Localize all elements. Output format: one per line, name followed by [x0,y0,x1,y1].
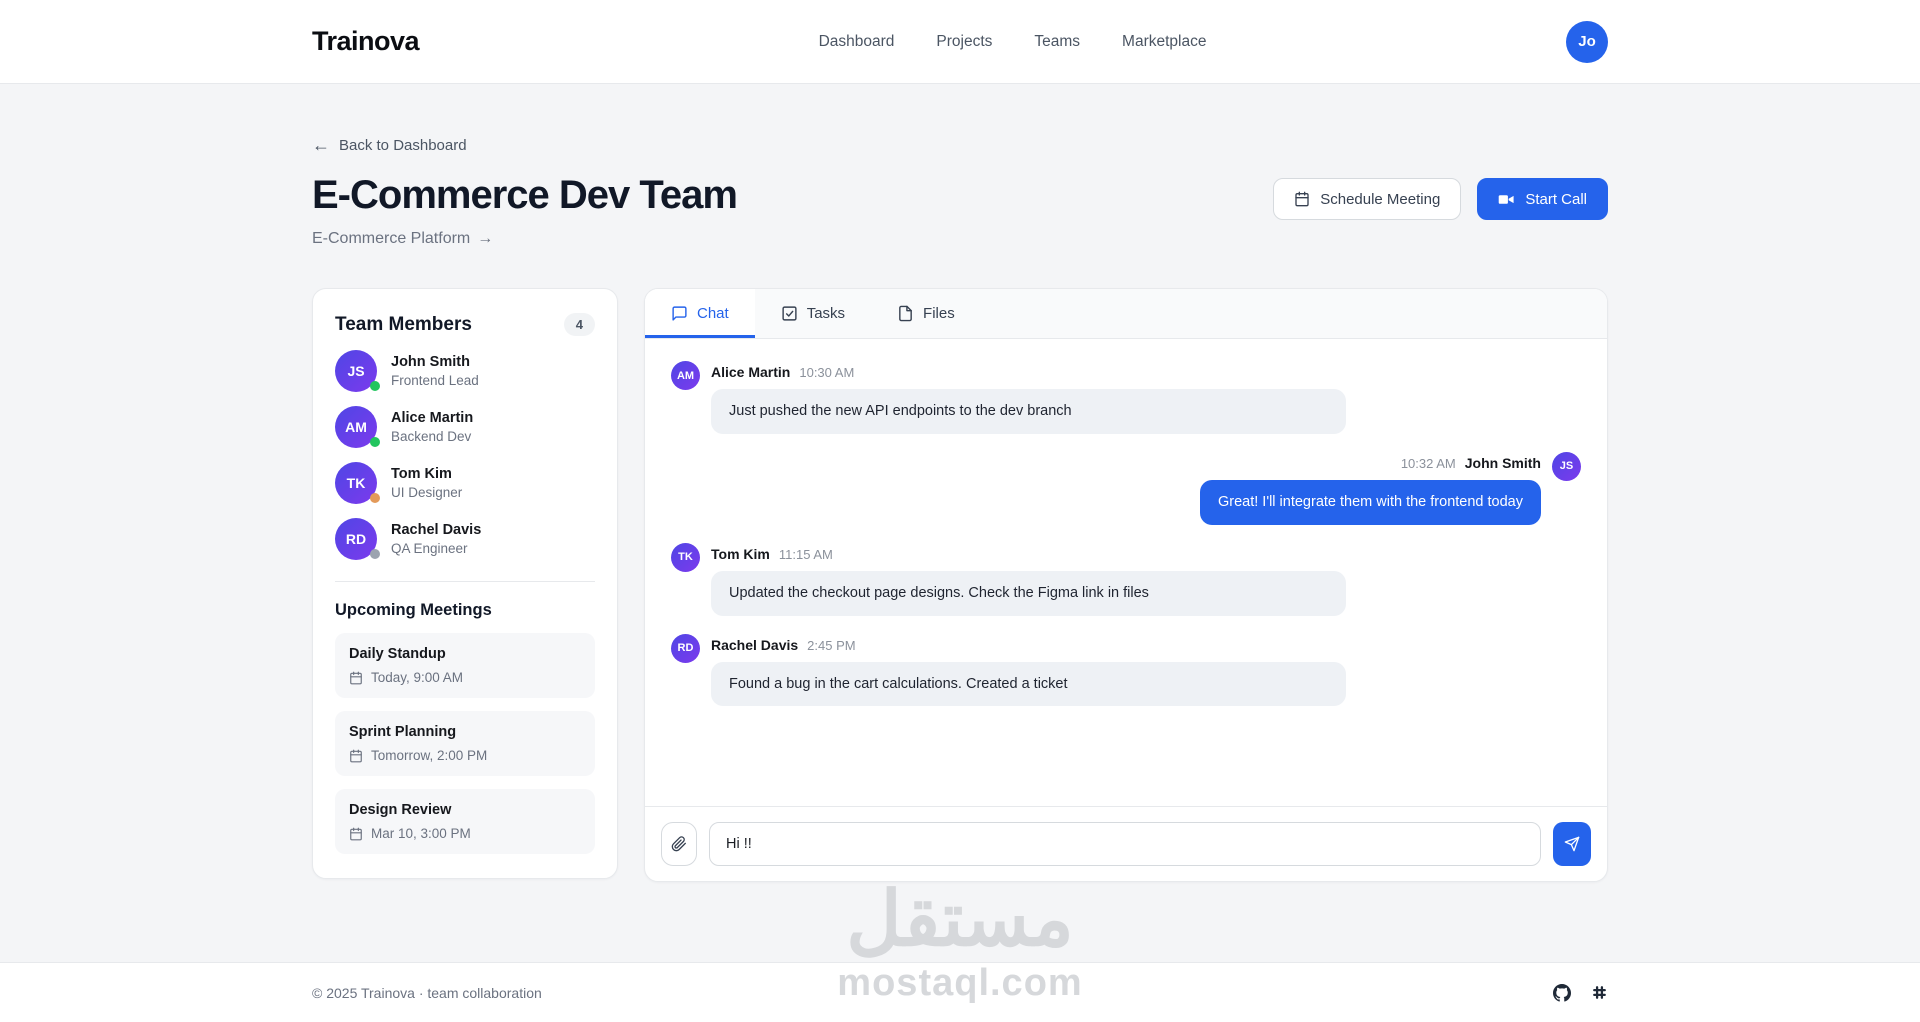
message-input[interactable] [709,822,1541,866]
member-avatar: TK [335,462,377,504]
status-dot [370,437,380,447]
meeting-time: Tomorrow, 2:00 PM [371,748,487,763]
sidebar-divider [335,581,595,582]
message-author: John Smith [1465,455,1541,471]
member-list: JS John Smith Frontend Lead AM [335,350,595,560]
member-name: Tom Kim [391,466,462,482]
message-bubble: Just pushed the new API endpoints to the… [711,389,1346,434]
meeting-card: Daily Standup Today, 9:00 AM [335,633,595,698]
member-count-badge: 4 [564,313,595,336]
message-author: Alice Martin [711,364,790,380]
message-time: 10:32 AM [1401,456,1456,471]
meeting-list: Daily Standup Today, 9:00 AM Sprint Plan… [335,633,595,854]
meeting-name: Design Review [349,802,581,818]
schedule-meeting-button[interactable]: Schedule Meeting [1273,178,1461,220]
chat-message: TK Tom Kim 11:15 AM Updated the checkout… [671,543,1581,616]
nav-link[interactable]: Projects [936,33,992,51]
calendar-icon [349,749,363,763]
top-navbar: Trainova Dashboard Projects Teams Market… [0,0,1920,84]
chat-message: AM Alice Martin 10:30 AM Just pushed the… [671,361,1581,434]
send-button[interactable] [1553,822,1591,866]
slack-icon[interactable] [1591,984,1608,1001]
main-nav: Dashboard Projects Teams Marketplace [459,33,1566,51]
meeting-name: Daily Standup [349,646,581,662]
message-avatar: AM [671,361,700,390]
message-list: AM Alice Martin 10:30 AM Just pushed the… [645,339,1607,806]
nav-link[interactable]: Marketplace [1122,33,1206,51]
member-row: RD Rachel Davis QA Engineer [335,518,595,560]
message-bubble: Great! I'll integrate them with the fron… [1200,480,1541,525]
project-link[interactable]: E-Commerce Platform → [312,230,493,248]
paperclip-icon [671,836,687,852]
checkbox-icon [781,305,798,322]
message-bubble: Found a bug in the cart calculations. Cr… [711,662,1346,707]
meeting-card: Sprint Planning Tomorrow, 2:00 PM [335,711,595,776]
meeting-time: Today, 9:00 AM [371,670,463,685]
meeting-name: Sprint Planning [349,724,581,740]
tab-tasks[interactable]: Tasks [755,289,871,338]
back-label: Back to Dashboard [339,137,467,154]
page-title: E-Commerce Dev Team [312,172,737,218]
calendar-icon [349,827,363,841]
message-time: 11:15 AM [779,547,833,562]
message-author: Tom Kim [711,546,770,562]
page-footer: © 2025 Trainova · team collaboration [0,962,1920,1022]
main-content: ← Back to Dashboard E-Commerce Dev Team … [312,84,1608,962]
status-dot [370,493,380,503]
member-name: Alice Martin [391,410,473,426]
copyright-text: © 2025 Trainova · team collaboration [312,985,542,1001]
nav-link[interactable]: Dashboard [819,33,895,51]
team-members-title: Team Members [335,314,472,336]
message-avatar: JS [1552,452,1581,481]
message-author: Rachel Davis [711,637,798,653]
chat-panel: Chat Tasks Files [644,288,1608,882]
brand-logo[interactable]: Trainova [312,26,419,57]
arrow-right-icon: → [477,230,493,248]
member-role: Backend Dev [391,429,473,444]
member-role: UI Designer [391,485,462,500]
message-avatar: TK [671,543,700,572]
member-role: Frontend Lead [391,373,479,388]
attach-button[interactable] [661,822,697,866]
status-dot [370,381,380,391]
member-name: John Smith [391,354,479,370]
nav-link[interactable]: Teams [1034,33,1080,51]
member-row: AM Alice Martin Backend Dev [335,406,595,448]
message-time: 2:45 PM [807,638,855,653]
member-avatar: RD [335,518,377,560]
start-call-button[interactable]: Start Call [1477,178,1608,220]
message-avatar: RD [671,634,700,663]
member-row: JS John Smith Frontend Lead [335,350,595,392]
member-avatar: AM [335,406,377,448]
chat-message: RD Rachel Davis 2:45 PM Found a bug in t… [671,634,1581,707]
back-to-dashboard-link[interactable]: ← Back to Dashboard [312,136,467,154]
calendar-icon [349,671,363,685]
send-icon [1564,836,1580,852]
message-time: 10:30 AM [799,365,854,380]
status-dot [370,549,380,559]
tab-chat[interactable]: Chat [645,289,755,338]
member-avatar: JS [335,350,377,392]
github-icon[interactable] [1553,984,1571,1002]
team-sidebar: Team Members 4 JS John Smith [312,288,618,879]
member-row: TK Tom Kim UI Designer [335,462,595,504]
user-avatar[interactable]: Jo [1566,21,1608,63]
tab-files[interactable]: Files [871,289,981,338]
message-bubble: Updated the checkout page designs. Check… [711,571,1346,616]
chat-message: JS John Smith 10:32 AM Great! I'll integ… [671,452,1581,525]
member-name: Rachel Davis [391,522,481,538]
upcoming-meetings-title: Upcoming Meetings [335,601,595,620]
chat-bubble-icon [671,305,688,322]
calendar-icon [1294,191,1310,207]
member-role: QA Engineer [391,541,481,556]
project-label: E-Commerce Platform [312,230,470,248]
tab-bar: Chat Tasks Files [645,289,1607,339]
page: Trainova Dashboard Projects Teams Market… [0,0,1920,1022]
meeting-time: Mar 10, 3:00 PM [371,826,471,841]
message-input-bar [645,806,1607,881]
file-icon [897,305,914,322]
video-camera-icon [1498,191,1515,208]
meeting-card: Design Review Mar 10, 3:00 PM [335,789,595,854]
arrow-left-icon: ← [312,136,330,154]
